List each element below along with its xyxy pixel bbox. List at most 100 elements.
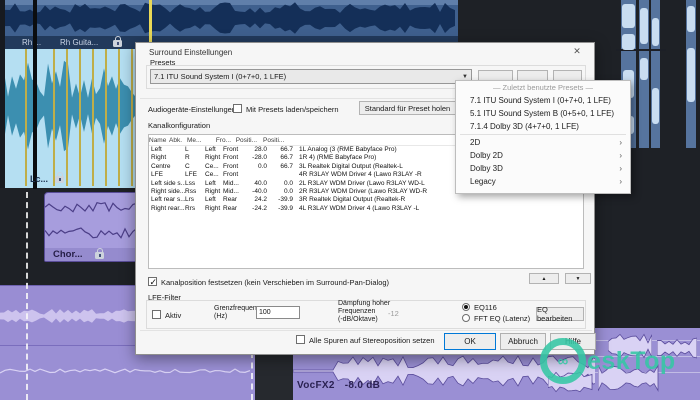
move-down-button[interactable]: ▼ <box>565 273 591 284</box>
menu-item-preset[interactable]: 5.1 ITU Sound System B (0+5+0, 1 LFE) <box>456 107 630 120</box>
clip-label[interactable]: VocFX2-8.0 dB <box>297 380 390 391</box>
cell-abbr: LFE <box>185 171 205 179</box>
lock-icon[interactable] <box>55 176 64 183</box>
menu-item-label: 7.1.4 Dolby 3D (4+7+0, 1 LFE) <box>470 120 579 133</box>
desktop-watermark: ∞ eskTop <box>540 338 676 384</box>
separator <box>140 330 592 331</box>
workspace-edge <box>0 0 5 188</box>
cell-front: Mid... <box>223 180 243 188</box>
waveform-thumb <box>652 88 659 124</box>
load-with-presets-label[interactable]: Mit Presets laden/speichern <box>246 105 339 114</box>
fft-eq-label[interactable]: FFT EQ (Latenz) <box>474 314 530 323</box>
cell-abbr: Lss <box>185 180 205 188</box>
fix-position-checkbox[interactable] <box>148 277 157 286</box>
submenu-arrow-icon: › <box>619 136 622 149</box>
menu-item-preset[interactable]: 7.1 ITU Sound System I (0+7+0, 1 LFE) <box>456 94 630 107</box>
waveform-thumb <box>687 48 695 102</box>
cell-meter: Left <box>205 196 223 204</box>
ok-button[interactable]: OK <box>444 333 496 350</box>
waveform <box>45 193 137 248</box>
cell-pos2 <box>267 171 293 179</box>
standard-preset-button[interactable]: Standard für Preset holen <box>359 101 456 115</box>
cell-pos1 <box>243 171 267 179</box>
stereo-position-label[interactable]: Alle Spuren auf Stereoposition setzen <box>309 336 435 345</box>
column-header[interactable]: Abk. <box>169 135 187 145</box>
cell-front: Rear <box>223 205 243 213</box>
column-header[interactable]: Me... <box>187 135 207 145</box>
lfe-active-label[interactable]: Aktiv <box>165 311 181 320</box>
lock-icon[interactable] <box>113 40 122 47</box>
audio-clip-strip[interactable] <box>0 285 137 345</box>
eq-edit-button[interactable]: EQ bearbeiten <box>536 307 584 321</box>
clip-label[interactable]: Chor... <box>53 249 83 260</box>
table-row[interactable]: Left rear s... Lrs Left Rear 24.2 -39.9 … <box>149 196 583 204</box>
load-with-presets-checkbox[interactable] <box>233 104 242 113</box>
audio-clip-top[interactable] <box>0 0 458 36</box>
grid-marker-line <box>79 49 81 186</box>
cell-front: Front <box>223 163 243 171</box>
grid-marker-line <box>105 49 107 186</box>
cell-front: Front <box>223 154 243 162</box>
menu-item-label: Dolby 3D <box>470 162 503 175</box>
cell-front: Front <box>223 171 243 179</box>
cell-name: Centre <box>149 163 185 171</box>
submenu-arrow-icon: › <box>619 175 622 188</box>
waveform-thumb <box>622 4 635 28</box>
track-label[interactable]: Rh ... <box>22 36 41 49</box>
cell-meter: Right <box>205 188 223 196</box>
cell-pos1: -40.0 <box>243 188 267 196</box>
damping-label-3: (-dB/Oktave) <box>338 316 378 323</box>
preset-combobox-value: 7.1 ITU Sound System I (0+7+0, 1 LFE) <box>154 72 286 81</box>
grid-marker-line <box>66 49 68 186</box>
channel-config-label: Kanalkonfiguration <box>148 121 210 130</box>
cell-pos2: -39.9 <box>267 196 293 204</box>
track-label[interactable]: Rh Guita... <box>60 36 98 49</box>
eq116-radio[interactable] <box>462 303 470 311</box>
menu-recent-section: 7.1 ITU Sound System I (0+7+0, 1 LFE) 5.… <box>456 94 630 133</box>
stereo-position-checkbox[interactable] <box>296 335 305 344</box>
column-header[interactable]: Fro... <box>207 135 231 145</box>
playhead[interactable] <box>33 0 37 189</box>
cell-pos2: -39.9 <box>267 205 293 213</box>
menu-separator <box>460 134 626 135</box>
waveform <box>0 0 458 36</box>
chevron-down-icon[interactable]: ▼ <box>459 74 471 80</box>
cell-front: Rear <box>223 196 243 204</box>
menu-item-folder[interactable]: Legacy › <box>456 175 630 188</box>
menu-item-folder[interactable]: Dolby 2D › <box>456 149 630 162</box>
watermark-logo-icon: ∞ <box>540 338 586 384</box>
cutoff-label-2: (Hz) <box>214 313 227 320</box>
cell-pos2: 0.0 <box>267 180 293 188</box>
cell-device: 4L R3LAY WDM Driver 4 (Lawo R3LAY -L <box>293 205 583 213</box>
cell-name: Right <box>149 154 185 162</box>
move-up-button[interactable]: ▲ <box>529 273 559 284</box>
column-header[interactable]: Name <box>149 135 169 145</box>
column-header[interactable]: Positi... <box>231 135 257 145</box>
close-icon[interactable]: ✕ <box>569 45 585 58</box>
menu-item-folder[interactable]: 2D › <box>456 136 630 149</box>
cell-name: Left rear s... <box>149 196 185 204</box>
fft-eq-radio[interactable] <box>462 314 470 322</box>
waveform-thumb <box>622 34 635 50</box>
preset-dropdown-menu: — Zuletzt benutzte Presets — 7.1 ITU Sou… <box>455 80 631 194</box>
table-row[interactable]: Right rear... Rrs Right Rear -24.2 -39.9… <box>149 205 583 213</box>
cell-pos2: 66.7 <box>267 163 293 171</box>
audio-clip-chor[interactable]: Chor... <box>44 192 137 262</box>
clip-label[interactable]: Lc... <box>30 174 48 184</box>
fix-position-label[interactable]: Kanalposition festsetzen (kein Verschieb… <box>161 278 389 287</box>
menu-item-folder[interactable]: Dolby 3D › <box>456 162 630 175</box>
menu-item-preset[interactable]: 7.1.4 Dolby 3D (4+7+0, 1 LFE) <box>456 120 630 133</box>
waveform-thumb <box>687 6 695 32</box>
cell-abbr: L <box>185 146 205 154</box>
preset-combobox[interactable]: 7.1 ITU Sound System I (0+7+0, 1 LFE) ▼ <box>150 69 472 84</box>
cell-abbr: C <box>185 163 205 171</box>
audio-device-label[interactable]: Audiogeräte-Einstellungen: <box>148 105 238 114</box>
cutoff-frequency-input[interactable] <box>256 306 300 319</box>
submenu-arrow-icon: › <box>619 149 622 162</box>
lock-icon[interactable] <box>95 252 104 259</box>
cell-meter: Left <box>205 146 223 154</box>
infinity-icon: ∞ <box>558 353 569 370</box>
lfe-active-checkbox[interactable] <box>152 310 161 319</box>
cell-meter: Ce... <box>205 163 223 171</box>
eq116-label[interactable]: EQ116 <box>474 303 497 312</box>
